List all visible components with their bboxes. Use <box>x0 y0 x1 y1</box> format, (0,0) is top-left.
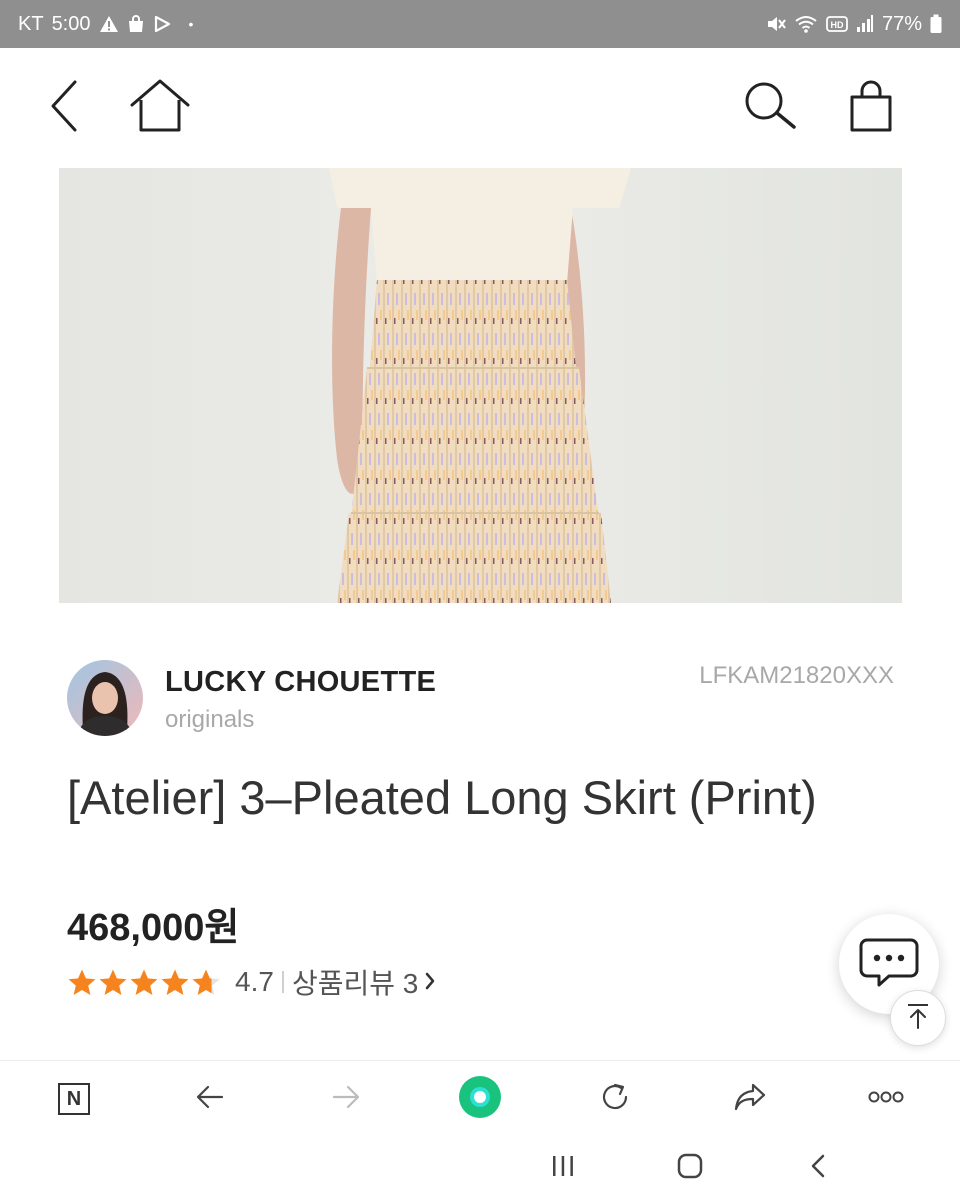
home-button[interactable] <box>125 76 195 140</box>
browser-toolbar: N <box>0 1060 960 1136</box>
status-dot: • <box>188 16 194 32</box>
review-link[interactable]: 상품리뷰 3 <box>292 962 436 1002</box>
hd-icon: HD <box>826 14 848 34</box>
battery-icon <box>930 14 942 34</box>
avatar-image <box>67 660 143 736</box>
product-title: [Atelier] 3–Pleated Long Skirt (Print) <box>67 771 817 824</box>
share-button[interactable] <box>720 1071 780 1127</box>
signal-icon <box>856 14 874 34</box>
status-bar: KT 5:00 • HD 77% <box>0 0 960 48</box>
product-price: 468,000원 <box>67 907 240 949</box>
review-label: 상품리뷰 3 <box>291 968 419 999</box>
recent-apps-icon <box>550 1154 576 1183</box>
carrier-label: KT <box>18 12 44 35</box>
nav-back-icon <box>809 1153 827 1184</box>
forward-icon <box>331 1084 361 1115</box>
chat-bubble-icon <box>859 936 919 993</box>
search-button[interactable] <box>736 76 806 140</box>
system-home-button[interactable] <box>660 1144 720 1192</box>
product-code: LFKAM21820XXX <box>699 662 894 689</box>
star-icon <box>68 969 96 995</box>
reload-icon <box>599 1081 631 1118</box>
recent-apps-button[interactable] <box>533 1144 593 1192</box>
naver-home-button[interactable]: N <box>44 1071 104 1127</box>
system-back-button[interactable] <box>788 1144 848 1192</box>
warning-icon <box>99 15 119 33</box>
svg-text:HD: HD <box>830 20 843 30</box>
app-header <box>0 48 960 168</box>
star-icon <box>161 969 189 995</box>
mute-icon <box>766 14 786 34</box>
scroll-top-icon <box>905 1002 931 1035</box>
reload-button[interactable] <box>585 1071 645 1127</box>
time-label: 5:00 <box>51 12 91 35</box>
more-icon <box>868 1090 904 1109</box>
brand-subtitle: originals <box>165 706 255 733</box>
search-icon <box>742 80 800 137</box>
cart-button[interactable] <box>836 76 906 140</box>
wifi-icon <box>794 14 818 34</box>
back-icon <box>195 1084 225 1115</box>
bag-icon <box>127 15 145 33</box>
home-circle-icon <box>677 1153 703 1184</box>
star-icon <box>192 969 220 995</box>
rating-divider <box>281 971 284 993</box>
more-button[interactable] <box>856 1071 916 1127</box>
play-icon <box>153 15 171 33</box>
status-left: KT 5:00 • <box>18 13 193 36</box>
brand-avatar[interactable] <box>67 660 143 736</box>
naver-n-icon: N <box>58 1083 90 1115</box>
chevron-right-icon <box>424 966 436 998</box>
green-dot-button[interactable] <box>450 1071 510 1127</box>
home-icon <box>129 78 191 139</box>
star-icon <box>130 969 158 995</box>
status-right: HD 77% <box>766 13 942 36</box>
product-photo <box>59 168 902 603</box>
star-icon <box>99 969 127 995</box>
rating-row: 4.7 상품리뷰 3 <box>67 962 436 1002</box>
system-nav-bar <box>0 1136 960 1200</box>
battery-percent: 77% <box>881 12 922 35</box>
back-button[interactable] <box>30 76 100 140</box>
brand-name[interactable]: LUCKY CHOUETTE <box>165 666 436 699</box>
scroll-top-button[interactable] <box>890 990 946 1046</box>
rating-stars <box>67 968 221 997</box>
back-arrow-icon <box>47 78 83 139</box>
product-image[interactable] <box>59 168 902 603</box>
rating-value: 4.7 <box>235 966 274 997</box>
green-dot-icon <box>458 1075 502 1124</box>
shopping-bag-icon <box>848 79 894 138</box>
browser-forward-button[interactable] <box>316 1071 376 1127</box>
share-icon <box>733 1082 767 1117</box>
browser-back-button[interactable] <box>180 1071 240 1127</box>
